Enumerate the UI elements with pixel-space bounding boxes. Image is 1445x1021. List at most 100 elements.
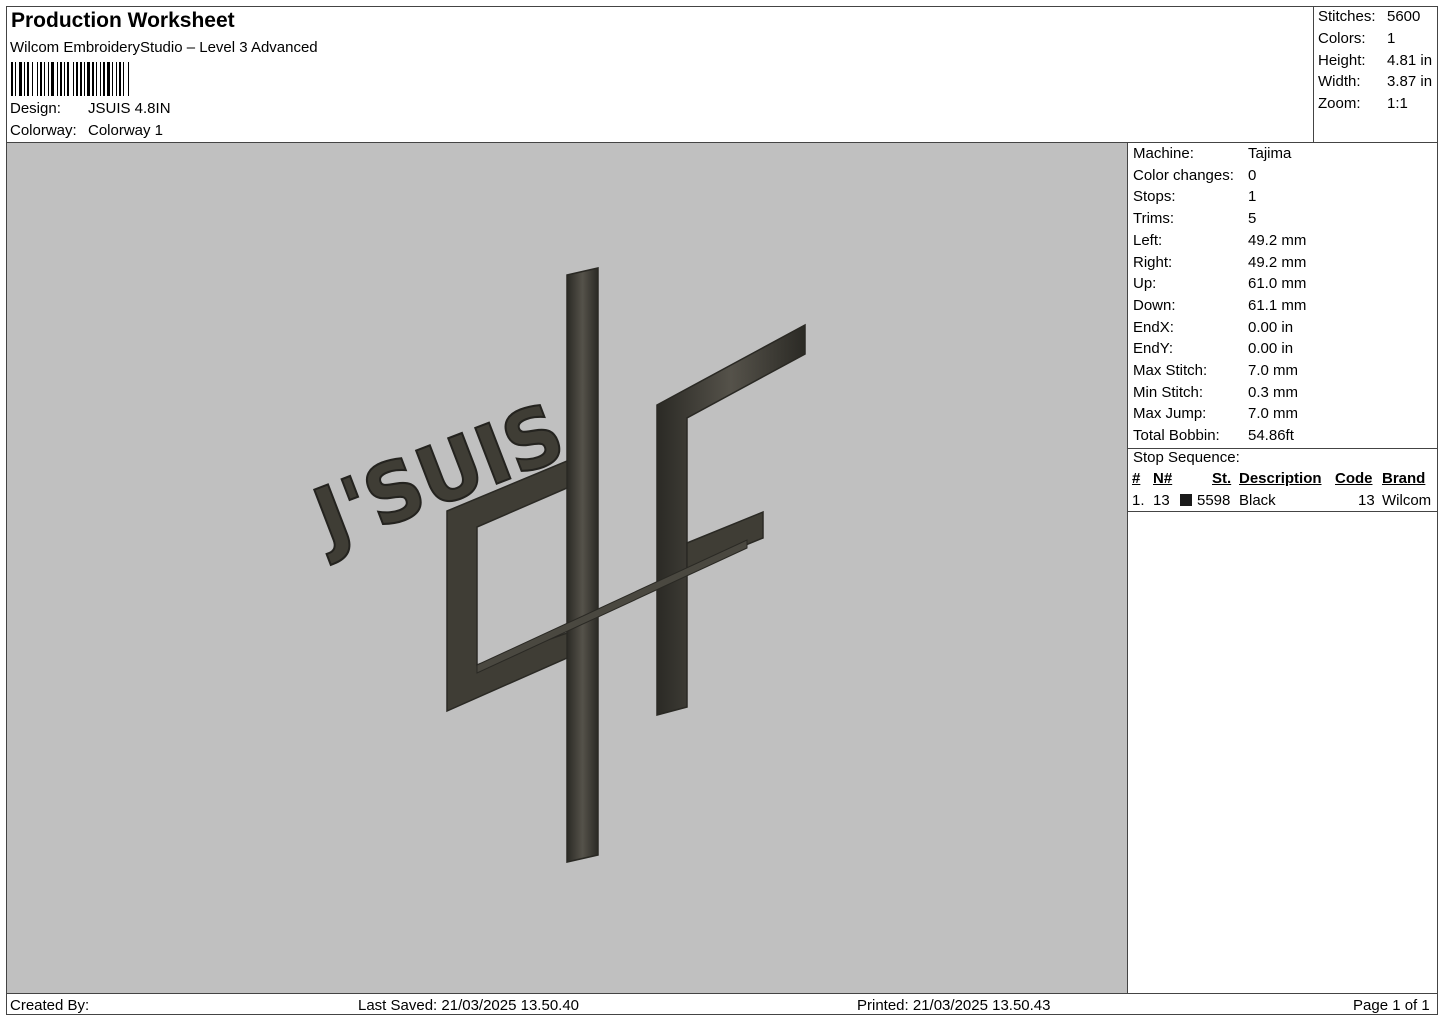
summary-label: Width: — [1318, 73, 1361, 90]
barcode-bar — [107, 62, 110, 96]
page-title: Production Worksheet — [11, 9, 235, 32]
barcode-bar — [37, 62, 38, 96]
machine-info-value: 49.2 mm — [1248, 253, 1307, 271]
col-header-description: Description — [1239, 470, 1322, 487]
barcode-bar — [87, 62, 90, 96]
machine-info-value: 1 — [1248, 188, 1257, 206]
summary-row-zoom: Zoom: 1:1 — [1318, 95, 1408, 112]
stop-sequence-title: Stop Sequence: — [1133, 449, 1240, 466]
machine-info-row: Right: 49.2 mm — [1133, 254, 1306, 271]
barcode-bar — [60, 62, 62, 96]
barcode-bar — [92, 62, 94, 96]
f-letter-shape — [656, 323, 806, 716]
machine-info-row: Stops: 1 — [1133, 188, 1256, 205]
barcode-bar — [123, 62, 124, 96]
col-header-brand: Brand — [1382, 470, 1426, 487]
summary-value: 1:1 — [1387, 95, 1408, 112]
machine-info-row: Min Stitch: 0.3 mm — [1133, 384, 1298, 401]
created-by: Created By: — [10, 997, 90, 1014]
design-row: Design: JSUIS 4.8IN — [10, 100, 171, 117]
color-swatch — [1180, 494, 1192, 506]
machine-info-label: Left: — [1133, 231, 1163, 249]
summary-value: 3.87 in — [1387, 73, 1433, 90]
machine-info-label: Down: — [1133, 296, 1176, 314]
machine-info-label: Total Bobbin: — [1133, 427, 1220, 445]
machine-info-row: Max Jump: 7.0 mm — [1133, 405, 1298, 422]
machine-info-value: 0 — [1248, 166, 1257, 184]
machine-info-label: Machine: — [1133, 145, 1194, 162]
summary-label: Height: — [1318, 52, 1366, 69]
machine-info-label: EndY: — [1133, 340, 1174, 358]
row-description: Black — [1239, 492, 1276, 509]
barcode-bar — [19, 62, 22, 96]
colorway-value: Colorway 1 — [88, 122, 164, 139]
machine-info-row: Max Stitch: 7.0 mm — [1133, 362, 1298, 379]
col-header-st: St. — [1212, 470, 1232, 487]
f-arm-shape — [686, 510, 764, 571]
summary-row-width: Width: 3.87 in — [1318, 73, 1432, 90]
barcode-bar — [116, 62, 117, 96]
barcode-bar — [80, 62, 82, 96]
machine-info-value: 61.1 mm — [1248, 296, 1307, 314]
machine-info-row: Total Bobbin: 54.86ft — [1133, 427, 1294, 444]
barcode-bar — [103, 62, 105, 96]
barcode-bar — [11, 62, 13, 96]
barcode-bar — [96, 62, 97, 96]
summary-label: Zoom: — [1318, 95, 1361, 112]
col-header-index: # — [1132, 470, 1141, 487]
barcode-bar — [27, 62, 29, 96]
machine-info-value: Tajima — [1248, 145, 1292, 162]
summary-value: 1 — [1387, 30, 1396, 47]
machine-info-label: Min Stitch: — [1133, 383, 1204, 401]
machine-info-label: Max Stitch: — [1133, 362, 1208, 379]
diagonal-bar-shape — [476, 539, 748, 674]
machine-info-label: Max Jump: — [1133, 405, 1207, 423]
barcode-bar — [32, 62, 33, 96]
machine-info-label: Stops: — [1133, 188, 1176, 206]
vertical-bar-shape — [566, 267, 599, 863]
barcode-bar — [67, 62, 69, 96]
barcode-bar — [100, 62, 101, 96]
machine-info-label: Trims: — [1133, 210, 1175, 228]
machine-info-value: 0.00 in — [1248, 340, 1294, 358]
barcode-bar — [76, 62, 78, 96]
last-saved: Last Saved: 21/03/2025 13.50.40 — [358, 997, 580, 1014]
machine-info-label: EndX: — [1133, 318, 1174, 336]
page-number: Page 1 of 1 — [1353, 997, 1430, 1014]
divider — [1128, 511, 1438, 512]
barcode-bar — [112, 62, 113, 96]
summary-value: 5600 — [1387, 8, 1421, 25]
row-stitches: 5598 — [1197, 492, 1231, 509]
row-code: 13 — [1358, 492, 1375, 509]
worksheet-header: Production Worksheet Wilcom EmbroiderySt… — [6, 6, 1314, 143]
summary-row-stitches: Stitches: 5600 — [1318, 8, 1420, 25]
summary-row-colors: Colors: 1 — [1318, 30, 1395, 47]
machine-info-value: 61.0 mm — [1248, 275, 1307, 293]
machine-info-row: Trims: 5 — [1133, 210, 1256, 227]
colorway-label: Colorway: — [10, 122, 77, 139]
summary-row-height: Height: 4.81 in — [1318, 52, 1432, 69]
summary-label: Stitches: — [1318, 8, 1376, 25]
machine-info-value: 0.3 mm — [1248, 383, 1299, 401]
col-header-n: N# — [1153, 470, 1173, 487]
design-value: JSUIS 4.8IN — [88, 100, 171, 117]
barcode-bar — [73, 62, 74, 96]
machine-info-row: Down: 61.1 mm — [1133, 297, 1306, 314]
machine-info-row: Color changes: 0 — [1133, 167, 1256, 184]
machine-info-value: 7.0 mm — [1248, 362, 1299, 379]
barcode-bar — [40, 62, 42, 96]
machine-info-label: Right: — [1133, 253, 1173, 271]
machine-info-value: 49.2 mm — [1248, 231, 1307, 249]
barcode-bar — [64, 62, 65, 96]
machine-info-panel: Machine: Tajima Color changes: 0 Stops: 1 Trim… — [1128, 143, 1438, 993]
machine-info-value: 54.86ft — [1248, 427, 1294, 445]
colorway-row: Colorway: Colorway 1 — [10, 122, 163, 139]
machine-info-row: EndY: 0.00 in — [1133, 340, 1293, 357]
machine-info-row: Up: 61.0 mm — [1133, 275, 1306, 292]
worksheet-footer: Created By: Last Saved: 21/03/2025 13.50… — [6, 993, 1438, 1015]
barcode-bar — [57, 62, 58, 96]
design-text: J'SUIS — [297, 385, 576, 568]
machine-info-value: 5 — [1248, 210, 1257, 228]
barcode-icon — [11, 62, 236, 96]
summary-box: Stitches: 5600 Colors: 1 Height: 4.81 in Wi… — [1314, 6, 1438, 143]
